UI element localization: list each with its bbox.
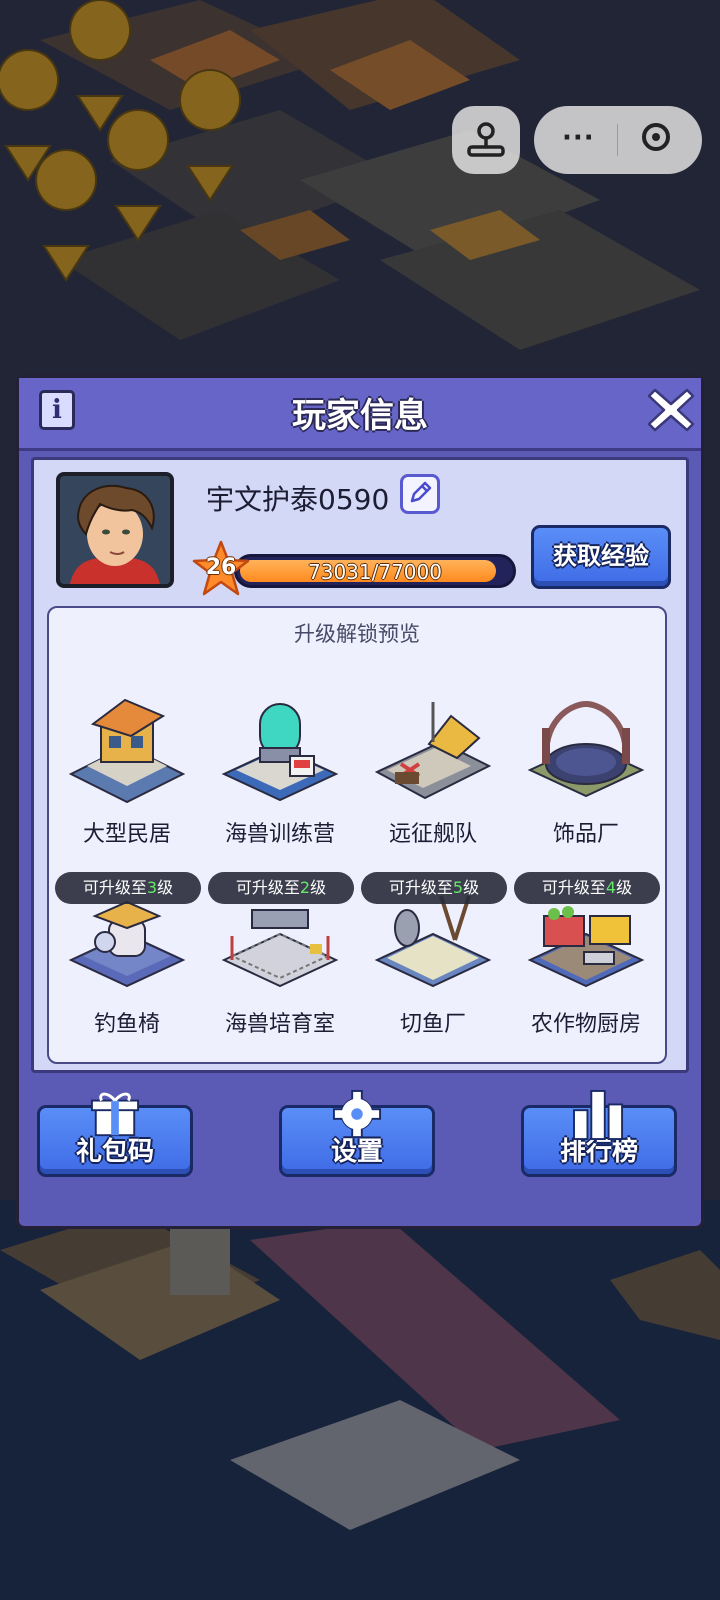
player-name: 宇文护泰0590	[206, 483, 390, 516]
player-level: 26	[205, 555, 237, 580]
gear-icon	[332, 1090, 382, 1139]
capsule-divider	[617, 124, 618, 156]
edit-name-button[interactable]	[400, 474, 440, 514]
panel-title: 玩家信息	[292, 396, 428, 436]
unlock-item[interactable]: 可升级至5级 切鱼厂	[357, 872, 509, 1046]
accessory-factory-icon	[527, 700, 645, 798]
item-label: 钓鱼椅	[93, 1012, 160, 1037]
player-info-panel: i 玩家信息 宇文护泰0590 73031/77000 26 获取经验 升级解锁…	[16, 375, 704, 1229]
unlock-preview: 升级解锁预览 大型民居 海兽训练营 远征舰队 饰品厂 可升级至3级 钓鱼椅 可升…	[47, 606, 667, 1064]
item-label: 农作物厨房	[530, 1012, 641, 1037]
mini-program-capsule: ···	[534, 106, 702, 174]
settings-button[interactable]: 设置	[279, 1090, 435, 1177]
unlock-item[interactable]: 可升级至3级 钓鱼椅	[51, 872, 203, 1046]
item-label: 饰品厂	[552, 822, 619, 847]
fleet-icon	[374, 702, 492, 800]
leaderboard-label: 排行榜	[559, 1137, 638, 1167]
gift-icon	[90, 1092, 140, 1137]
panel-header: i 玩家信息	[19, 378, 701, 451]
unlock-item[interactable]: 可升级至2级 海兽培育室	[204, 872, 356, 1046]
item-label: 海兽训练营	[224, 822, 335, 847]
bar-chart-icon	[573, 1090, 624, 1140]
panel-body: 宇文护泰0590 73031/77000 26 获取经验 升级解锁预览 大型民居…	[31, 457, 689, 1073]
unlock-preview-title: 升级解锁预览	[294, 622, 420, 646]
upgrade-badge: 可升级至4级	[514, 872, 660, 904]
avatar[interactable]	[56, 472, 174, 588]
game-controller-button[interactable]	[452, 106, 520, 174]
xp-progress-bar: 73031/77000	[234, 554, 516, 588]
item-label: 远征舰队	[388, 822, 477, 847]
unlock-item[interactable]: 可升级至4级 农作物厨房	[510, 872, 662, 1046]
unlock-item[interactable]: 大型民居	[51, 686, 203, 856]
leaderboard-button[interactable]: 排行榜	[521, 1090, 677, 1177]
upgrade-badge: 可升级至3级	[55, 872, 201, 904]
item-label: 海兽培育室	[224, 1012, 335, 1037]
pencil-icon	[410, 481, 432, 503]
item-label: 大型民居	[82, 822, 171, 847]
xp-text: 73031/77000	[308, 560, 442, 584]
joystick-icon	[467, 122, 505, 157]
close-miniprogram-icon[interactable]	[642, 123, 670, 151]
unlock-item[interactable]: 海兽训练营	[204, 686, 356, 856]
get-exp-button[interactable]: 获取经验	[531, 525, 671, 589]
gift-code-button[interactable]: 礼包码	[37, 1092, 193, 1177]
large-house-icon	[68, 698, 186, 804]
unlock-item[interactable]: 远征舰队	[357, 686, 509, 856]
unlock-item[interactable]: 饰品厂	[510, 686, 662, 856]
close-icon[interactable]	[647, 386, 695, 434]
settings-label: 设置	[330, 1137, 383, 1167]
upgrade-badge: 可升级至2级	[208, 872, 354, 904]
gift-code-label: 礼包码	[75, 1137, 154, 1167]
player-portrait	[60, 476, 170, 584]
upgrade-badge: 可升级至5级	[361, 872, 507, 904]
more-menu-icon[interactable]: ···	[562, 123, 595, 153]
item-label: 切鱼厂	[399, 1012, 466, 1037]
training-camp-icon	[221, 703, 339, 802]
